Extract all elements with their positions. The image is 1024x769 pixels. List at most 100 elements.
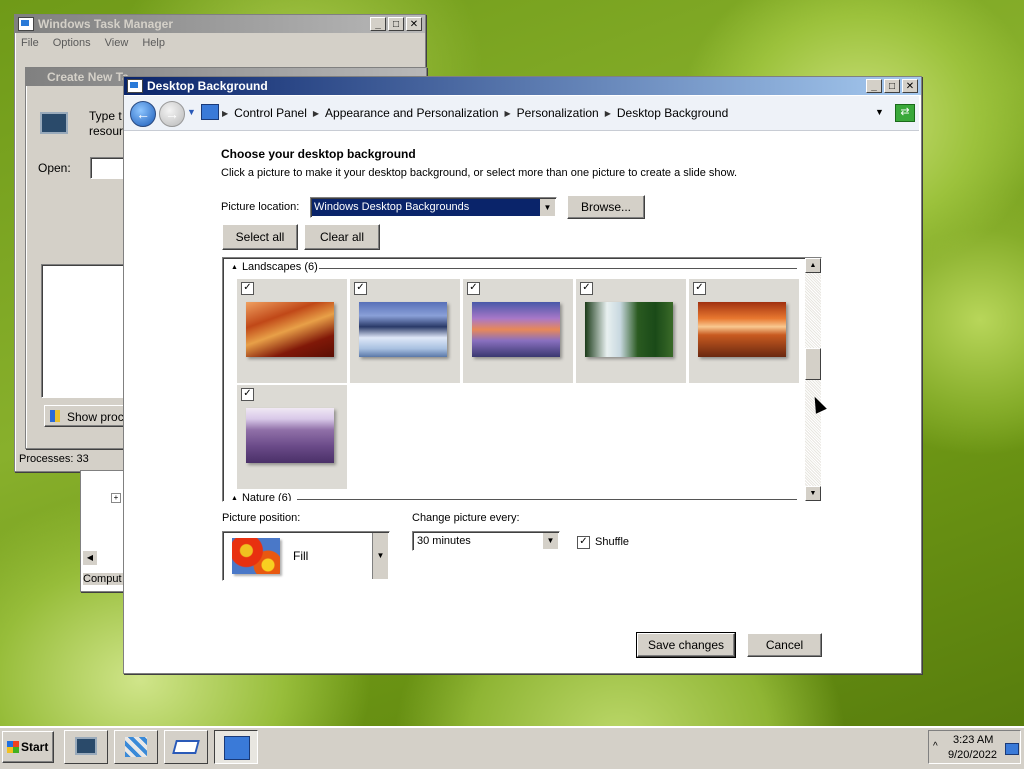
maximize-icon[interactable]: □ <box>388 17 404 31</box>
network-tray-icon[interactable] <box>1005 743 1019 755</box>
desktop-background-window[interactable]: Desktop Background _ □ ✕ ← → ▼ ▶ Control… <box>123 76 922 674</box>
scroll-up-icon[interactable]: ▲ <box>805 258 821 273</box>
task-manager-icon <box>18 17 34 31</box>
chevron-down-icon[interactable]: ▼ <box>543 533 558 549</box>
explorer-fragment: + ◀ Comput <box>80 470 126 592</box>
coast-image <box>472 302 560 357</box>
thumbnail-1[interactable]: ✓ <box>237 279 347 383</box>
gallery-scrollbar[interactable]: ▲ ▼ <box>805 258 821 501</box>
crumb-arrow-icon[interactable]: ▶ <box>605 109 611 118</box>
clock-time[interactable]: 3:23 AM <box>953 734 993 746</box>
thumbnail-checkbox[interactable]: ✓ <box>241 282 254 295</box>
close-icon[interactable]: ✕ <box>406 17 422 31</box>
close-icon[interactable]: ✕ <box>902 79 918 93</box>
control-panel-crumb-icon <box>201 104 219 120</box>
show-hidden-icons[interactable]: ^ <box>933 741 938 752</box>
system-tray: ^ 3:23 AM 9/20/2022 <box>928 730 1021 764</box>
thumbnail-checkbox[interactable]: ✓ <box>241 388 254 401</box>
desktop-background-titlebar[interactable]: Desktop Background _ □ ✕ <box>124 77 921 95</box>
task-manager-status: Processes: 33 <box>19 453 89 465</box>
maximize-icon[interactable]: □ <box>884 79 900 93</box>
page-heading: Choose your desktop background <box>221 147 416 161</box>
canyon-image <box>246 302 334 357</box>
group-divider <box>297 499 797 500</box>
picture-position-label: Picture position: <box>222 512 301 524</box>
interval-select[interactable]: 30 minutes ▼ <box>412 531 560 551</box>
clear-all-button[interactable]: Clear all <box>304 224 380 250</box>
collapse-icon[interactable]: ▲ <box>231 264 238 271</box>
interval-label: Change picture every: <box>412 512 520 524</box>
control-panel-taskbar-icon[interactable] <box>214 730 258 764</box>
thumbnail-3[interactable]: ✓ <box>463 279 573 383</box>
taskbar: Start ^ 3:23 AM 9/20/2022 <box>0 726 1024 769</box>
explorer-status: Comput <box>83 573 123 585</box>
thumbnail-6[interactable]: ✓ <box>237 385 347 489</box>
shield-icon <box>50 410 60 422</box>
task-manager-taskbar-icon[interactable] <box>64 730 108 764</box>
breadcrumb: ▶ Control Panel ▶ Appearance and Persona… <box>222 106 728 120</box>
minimize-icon[interactable]: _ <box>370 17 386 31</box>
process-list[interactable] <box>41 264 131 398</box>
thumbnail-5[interactable]: ✓ <box>689 279 799 383</box>
menu-help[interactable]: Help <box>142 37 165 49</box>
chevron-down-icon[interactable]: ▼ <box>540 199 555 216</box>
save-changes-button[interactable]: Save changes <box>636 632 736 658</box>
waterfall-image <box>585 302 673 357</box>
windows-logo-icon <box>7 741 19 753</box>
thumbnail-2[interactable]: ✓ <box>350 279 460 383</box>
group-divider <box>319 268 797 269</box>
forward-arrow-icon[interactable]: → <box>159 101 185 127</box>
back-arrow-icon[interactable]: ← <box>130 101 156 127</box>
arch-image <box>698 302 786 357</box>
address-bar: ← → ▼ ▶ Control Panel ▶ Appearance and P… <box>124 96 919 131</box>
start-button[interactable]: Start <box>2 731 54 763</box>
task-manager-titlebar[interactable]: Windows Task Manager _ □ ✕ <box>15 15 425 33</box>
scroll-down-icon[interactable]: ▼ <box>805 486 821 501</box>
crumb-arrow-icon[interactable]: ▶ <box>505 109 511 118</box>
lavender-field-image <box>246 408 334 463</box>
cancel-button[interactable]: Cancel <box>747 633 822 657</box>
breadcrumb-control-panel[interactable]: Control Panel <box>234 106 307 120</box>
browse-button[interactable]: Browse... <box>567 195 645 219</box>
glacier-image <box>359 302 447 357</box>
thumbnail-checkbox[interactable]: ✓ <box>580 282 593 295</box>
desktop-background-title: Desktop Background <box>147 79 268 93</box>
clock-date[interactable]: 9/20/2022 <box>948 749 997 761</box>
crumb-arrow-icon[interactable]: ▶ <box>222 109 228 118</box>
crumb-arrow-icon[interactable]: ▶ <box>313 109 319 118</box>
picture-location-label: Picture location: <box>221 201 300 213</box>
thumbnail-checkbox[interactable]: ✓ <box>693 282 706 295</box>
shuffle-checkbox[interactable]: ✓ <box>577 536 590 549</box>
menu-file[interactable]: File <box>21 37 39 49</box>
expand-icon[interactable]: + <box>111 493 121 503</box>
scroll-thumb[interactable] <box>805 348 821 380</box>
task-manager-menubar: File Options View Help <box>15 33 425 53</box>
run-taskbar-icon[interactable] <box>164 730 208 764</box>
refresh-icon[interactable]: ⇄ <box>895 104 915 122</box>
collapse-icon[interactable]: ▲ <box>231 495 238 502</box>
network-taskbar-icon[interactable] <box>114 730 158 764</box>
picture-location-select[interactable]: Windows Desktop Backgrounds ▼ <box>310 197 557 218</box>
show-processes-button[interactable]: Show proce <box>44 405 134 427</box>
run-icon <box>40 112 68 134</box>
thumbnail-4[interactable]: ✓ <box>576 279 686 383</box>
page-instructions: Click a picture to make it your desktop … <box>221 167 738 179</box>
chevron-down-icon[interactable]: ▼ <box>372 533 388 579</box>
picture-position-select[interactable]: Fill ▼ <box>222 531 390 581</box>
group-header-landscapes[interactable]: ▲ Landscapes (6) <box>231 261 318 273</box>
picture-gallery[interactable]: ▲ Landscapes (6) ✓ ✓ ✓ ✓ ✓ ✓ ▲ Nature (6… <box>222 257 822 502</box>
group-header-nature[interactable]: ▲ Nature (6) <box>231 492 291 502</box>
menu-view[interactable]: View <box>105 37 129 49</box>
breadcrumb-appearance[interactable]: Appearance and Personalization <box>325 106 498 120</box>
breadcrumb-desktop-background[interactable]: Desktop Background <box>617 106 728 120</box>
select-all-button[interactable]: Select all <box>222 224 298 250</box>
history-dropdown-icon[interactable]: ▼ <box>187 107 196 117</box>
menu-options[interactable]: Options <box>53 37 91 49</box>
thumbnail-checkbox[interactable]: ✓ <box>467 282 480 295</box>
scroll-left-icon[interactable]: ◀ <box>83 551 97 565</box>
thumbnail-checkbox[interactable]: ✓ <box>354 282 367 295</box>
breadcrumb-personalization[interactable]: Personalization <box>517 106 599 120</box>
address-dropdown-icon[interactable]: ▼ <box>875 107 884 117</box>
shuffle-label[interactable]: Shuffle <box>595 536 629 548</box>
minimize-icon[interactable]: _ <box>866 79 882 93</box>
